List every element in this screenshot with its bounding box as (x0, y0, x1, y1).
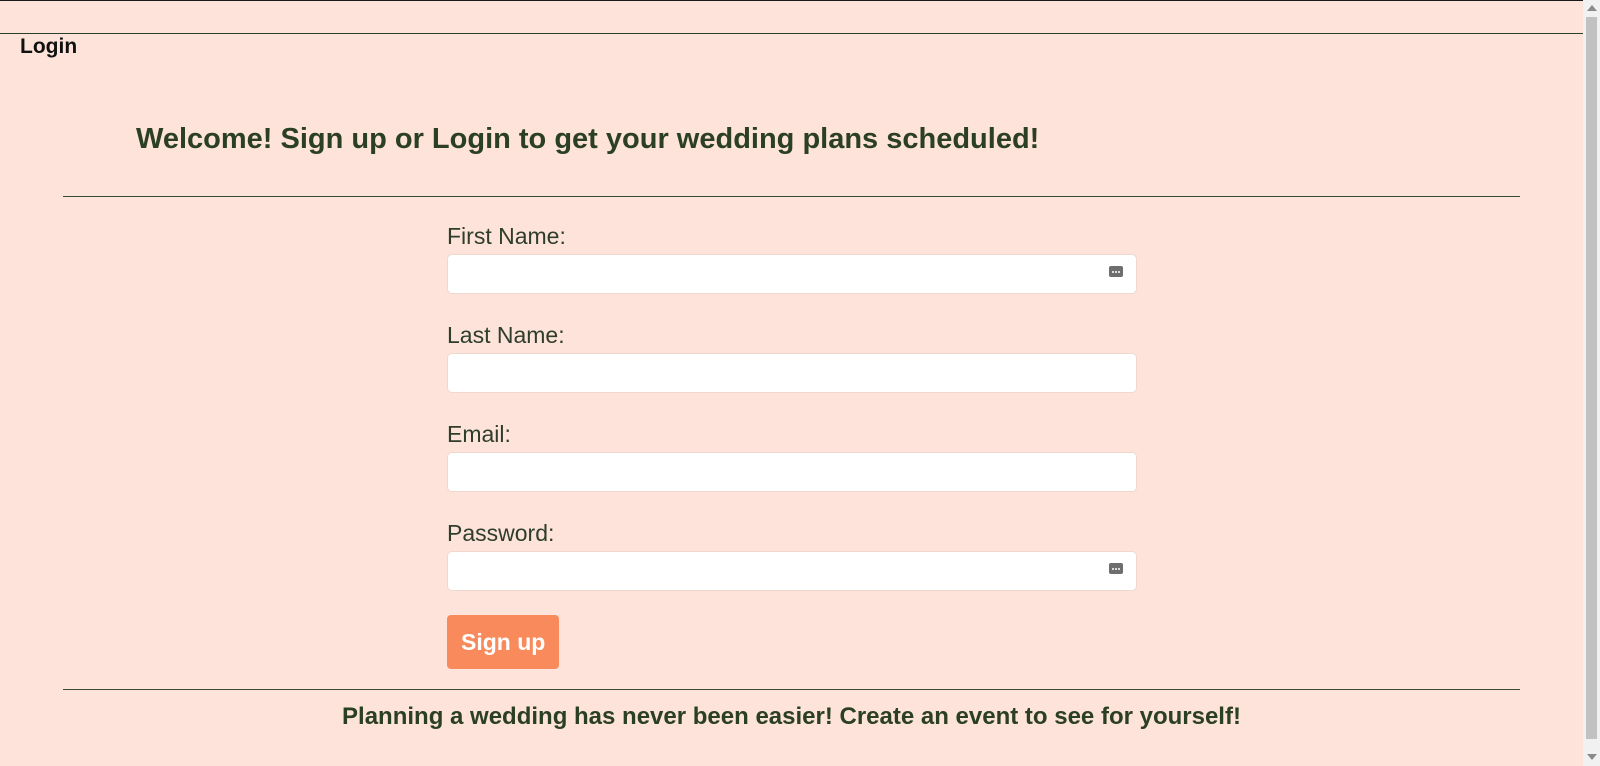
scroll-down-arrow-icon[interactable] (1587, 754, 1597, 760)
email-label: Email: (447, 421, 511, 447)
page-title: Welcome! Sign up or Login to get your we… (136, 123, 1040, 155)
nav-login-link[interactable]: Login (20, 35, 77, 59)
last-name-field-wrapper (447, 353, 1137, 393)
password-manager-icon[interactable] (1109, 266, 1123, 277)
footer-tagline: Planning a wedding has never been easier… (342, 703, 1241, 730)
password-field-wrapper (447, 551, 1137, 591)
page: Login Welcome! Sign up or Login to get y… (0, 0, 1583, 766)
scrollbar-thumb[interactable] (1586, 17, 1597, 739)
email-field-wrapper (447, 452, 1137, 492)
signup-form: First Name: Last Name: Email: Password: … (447, 221, 1137, 669)
password-label: Password: (447, 520, 555, 546)
first-name-label: First Name: (447, 223, 566, 249)
password-input[interactable] (447, 551, 1137, 591)
email-input[interactable] (447, 452, 1137, 492)
password-manager-icon[interactable] (1109, 563, 1123, 574)
scroll-up-arrow-icon[interactable] (1587, 5, 1597, 11)
first-name-field-wrapper (447, 254, 1137, 294)
sign-up-button[interactable]: Sign up (447, 615, 560, 669)
last-name-label: Last Name: (447, 322, 565, 348)
divider-bottom (63, 689, 1520, 690)
first-name-input[interactable] (447, 254, 1137, 294)
last-name-input[interactable] (447, 353, 1137, 393)
divider-top (63, 196, 1520, 197)
vertical-scrollbar[interactable] (1583, 0, 1600, 766)
top-divider (0, 33, 1583, 34)
